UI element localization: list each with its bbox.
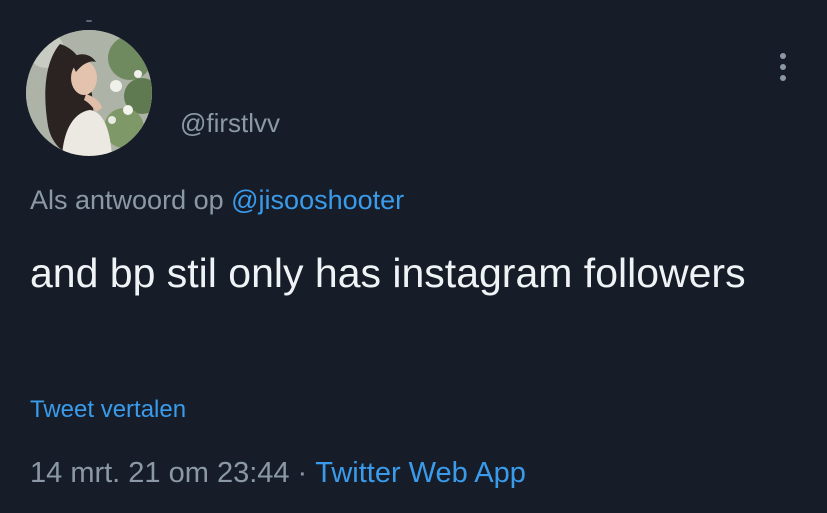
reply-context: Als antwoord op @jisooshooter	[30, 184, 404, 216]
user-handle[interactable]: @firstlvv	[180, 108, 280, 138]
tweet-source-link[interactable]: Twitter Web App	[315, 457, 526, 489]
more-vertical-icon	[780, 53, 786, 59]
avatar[interactable]	[26, 30, 152, 156]
reply-mention-link[interactable]: @jisooshooter	[231, 185, 404, 215]
tweet-meta: 14 mrt. 21 om 23:44 · Twitter Web App	[30, 455, 526, 491]
tweet-timestamp[interactable]: 14 mrt. 21 om 23:44	[30, 457, 290, 489]
more-vertical-icon-dot	[780, 64, 786, 70]
translate-tweet-link[interactable]: Tweet vertalen	[30, 395, 186, 425]
tweet-text: and bp stil only has instagram followers	[30, 250, 746, 296]
more-vertical-icon-dot	[780, 75, 786, 81]
meta-separator: ·	[297, 457, 308, 489]
top-divider	[86, 20, 92, 22]
avatar-photo	[26, 30, 152, 156]
tweet-detail: @firstlvv Als antwoord op @jisooshooter …	[0, 0, 827, 513]
more-options-button[interactable]	[768, 50, 798, 84]
reply-prefix: Als antwoord op	[30, 185, 224, 215]
